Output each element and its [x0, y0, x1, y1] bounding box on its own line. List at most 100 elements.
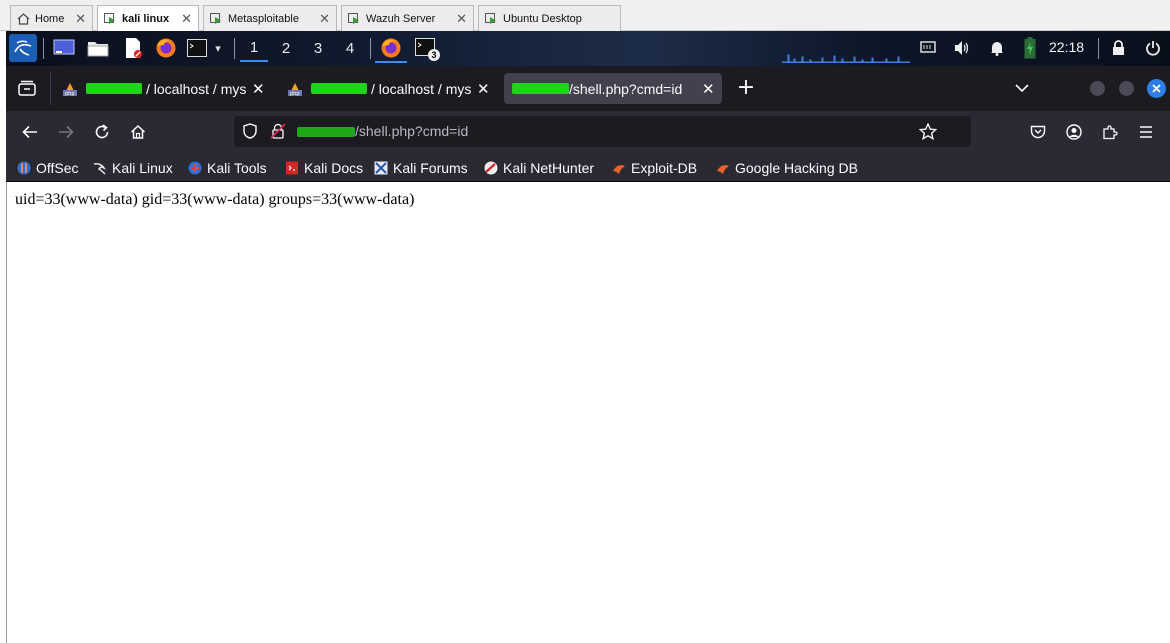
- volume-icon[interactable]: [952, 37, 972, 59]
- taskbar-firefox-button[interactable]: [375, 34, 407, 63]
- vm-icon: [348, 12, 361, 25]
- bookmark-kali-docs[interactable]: Kali Docs: [285, 158, 363, 178]
- vm-tab-metasploitable[interactable]: Metasploitable ✕: [203, 5, 337, 31]
- kali-top-panel: ▾ 1 2 3 4 3 22:18: [6, 31, 1170, 66]
- url-bar[interactable]: /shell.php?cmd=id: [234, 116, 971, 147]
- browser-tab-phpmyadmin-2[interactable]: php / localhost / mys ✕: [281, 73, 497, 104]
- close-icon[interactable]: ✕: [181, 11, 192, 27]
- exploitdb-icon: [612, 161, 626, 175]
- notifications-bell-icon[interactable]: [988, 37, 1006, 59]
- network-icon[interactable]: [919, 37, 937, 59]
- hamburger-menu-icon: [1140, 126, 1152, 138]
- workspace-2[interactable]: 2: [272, 35, 300, 62]
- close-icon[interactable]: ✕: [456, 11, 467, 27]
- kali-menu-icon[interactable]: [9, 34, 37, 62]
- tracking-protection-shield-icon[interactable]: [242, 123, 258, 139]
- back-arrow-icon: [22, 125, 37, 139]
- redaction-mask: [297, 127, 355, 138]
- clock[interactable]: 22:18: [1049, 39, 1084, 55]
- vm-icon: [485, 12, 498, 25]
- new-tab-button[interactable]: +: [736, 77, 756, 99]
- home-button[interactable]: [126, 120, 150, 144]
- browser-tab-phpmyadmin-1[interactable]: php / localhost / mys ✕: [56, 73, 272, 104]
- bookmark-label: Kali Linux: [112, 160, 173, 176]
- file-manager-icon[interactable]: [86, 37, 110, 59]
- svg-text:php: php: [65, 91, 75, 97]
- phpmyadmin-icon: php: [62, 81, 78, 97]
- battery-icon[interactable]: [1022, 37, 1038, 59]
- firefox-icon[interactable]: [154, 37, 178, 59]
- home-icon: [130, 124, 146, 139]
- tab-separator: [50, 72, 51, 105]
- bookmark-kali-forums[interactable]: Kali Forums: [374, 158, 468, 178]
- close-window-button[interactable]: [1147, 79, 1166, 98]
- vm-icon: [104, 12, 117, 25]
- bookmarks-toolbar: OffSec Kali Linux Kali Tools Kali Docs K…: [6, 153, 1170, 182]
- workspace-1[interactable]: 1: [240, 35, 268, 62]
- reload-icon: [95, 124, 109, 139]
- taskbar-terminal-button[interactable]: 3: [411, 34, 441, 63]
- show-desktop-icon[interactable]: [52, 37, 76, 59]
- redaction-mask: [86, 83, 142, 94]
- bookmark-kali-nethunter[interactable]: Kali NetHunter: [484, 158, 594, 178]
- bookmark-star-icon[interactable]: [918, 122, 938, 141]
- pocket-icon: [1030, 125, 1046, 139]
- vm-tab-ubuntu-desktop[interactable]: Ubuntu Desktop: [478, 5, 621, 31]
- vm-tab-wazuh-server[interactable]: Wazuh Server ✕: [341, 5, 474, 31]
- tab-title: / localhost / mys: [146, 80, 247, 97]
- tab-title: / localhost / mys: [371, 80, 472, 97]
- forward-arrow-icon: [59, 125, 74, 139]
- close-icon[interactable]: ✕: [319, 11, 330, 27]
- close-icon[interactable]: ✕: [75, 11, 86, 27]
- back-button[interactable]: [18, 120, 42, 144]
- panel-separator: [234, 38, 235, 59]
- list-all-tabs-icon[interactable]: [1014, 80, 1030, 96]
- pocket-button[interactable]: [1026, 120, 1050, 144]
- navigation-toolbar: /shell.php?cmd=id: [6, 111, 1170, 153]
- bookmark-exploit-db[interactable]: Exploit-DB: [612, 158, 697, 178]
- close-tab-icon[interactable]: ✕: [477, 80, 490, 98]
- url-text[interactable]: /shell.php?cmd=id: [297, 123, 468, 139]
- vm-tab-kali-linux[interactable]: kali linux ✕: [97, 5, 199, 31]
- firefox-icon: [381, 38, 401, 57]
- workspace-3[interactable]: 3: [304, 35, 332, 62]
- url-path: /shell.php?cmd=id: [355, 123, 469, 139]
- text-editor-icon[interactable]: [121, 37, 145, 59]
- vm-tab-label: Metasploitable: [228, 12, 299, 25]
- bookmark-label: Google Hacking DB: [735, 160, 858, 176]
- page-content: uid=33(www-data) gid=33(www-data) groups…: [6, 183, 1170, 643]
- workspace-4[interactable]: 4: [336, 35, 364, 62]
- chevron-down-icon[interactable]: ▾: [211, 37, 225, 59]
- vm-tab-label: Wazuh Server: [366, 12, 436, 25]
- maximize-button[interactable]: [1119, 81, 1134, 96]
- close-tab-icon[interactable]: ✕: [252, 80, 265, 98]
- kali-docs-icon: [285, 161, 299, 175]
- bookmark-kali-linux[interactable]: Kali Linux: [93, 158, 173, 178]
- insecure-lock-icon[interactable]: [270, 123, 286, 139]
- panel-separator: [1098, 38, 1099, 59]
- power-icon[interactable]: [1144, 37, 1162, 59]
- vm-tab-home[interactable]: Home ✕: [10, 5, 93, 31]
- minimize-button[interactable]: [1090, 81, 1105, 96]
- forward-button[interactable]: [54, 120, 78, 144]
- firefox-view-icon[interactable]: [18, 80, 36, 96]
- bookmark-google-hacking-db[interactable]: Google Hacking DB: [716, 158, 858, 178]
- browser-tab-bar: php / localhost / mys ✕ php / localhost …: [6, 66, 1170, 111]
- bookmark-offsec[interactable]: OffSec: [17, 158, 79, 178]
- extensions-button[interactable]: [1098, 120, 1122, 144]
- app-menu-button[interactable]: [1134, 120, 1158, 144]
- bookmark-label: OffSec: [36, 160, 79, 176]
- offsec-icon: [17, 161, 31, 175]
- kali-forums-icon: [374, 161, 388, 175]
- vm-tab-label: Home: [35, 12, 65, 25]
- phpmyadmin-icon: php: [287, 81, 303, 97]
- cpu-graph: [782, 45, 910, 63]
- close-tab-icon[interactable]: ✕: [702, 80, 715, 98]
- lock-screen-icon[interactable]: [1109, 37, 1127, 59]
- terminal-icon[interactable]: [186, 37, 208, 59]
- browser-tab-shell[interactable]: /shell.php?cmd=id ✕: [504, 73, 722, 104]
- bookmark-kali-tools[interactable]: Kali Tools: [188, 158, 267, 178]
- account-button[interactable]: [1062, 120, 1086, 144]
- bookmark-label: Kali Docs: [304, 160, 364, 176]
- reload-button[interactable]: [90, 120, 114, 144]
